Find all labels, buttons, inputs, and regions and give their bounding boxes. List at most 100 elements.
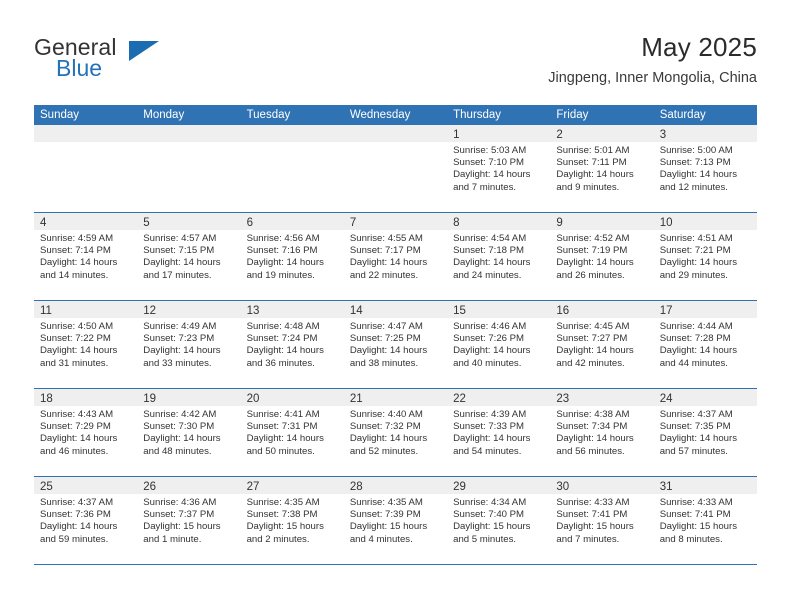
calendar-day-cell[interactable]: 2 Sunrise: 5:01 AM Sunset: 7:11 PM Daylight… <box>550 125 654 212</box>
calendar-day-cell[interactable]: 27 Sunrise: 4:35 AM Sunset: 7:38 PM Dayligh… <box>240 477 344 564</box>
calendar-day-cell[interactable]: 17 Sunrise: 4:44 AM Sunset: 7:28 PM Dayligh… <box>653 301 757 388</box>
calendar-day-cell[interactable]: 3 Sunrise: 5:00 AM Sunset: 7:13 PM Daylight… <box>653 125 757 212</box>
page-subtitle: Jingpeng, Inner Mongolia, China <box>548 70 757 86</box>
calendar-day-cell[interactable]: 12 Sunrise: 4:49 AM Sunset: 7:23 PM Dayligh… <box>137 301 241 388</box>
calendar-day-cell[interactable]: 24 Sunrise: 4:37 AM Sunset: 7:35 PM Dayligh… <box>653 389 757 476</box>
calendar-day-cell[interactable]: 10 Sunrise: 4:51 AM Sunset: 7:21 PM Dayligh… <box>653 213 757 300</box>
day-number: 11 <box>40 305 52 317</box>
calendar-weeks: 1 Sunrise: 5:03 AM Sunset: 7:10 PM Daylight… <box>34 125 757 565</box>
sunset-line: Sunset: 7:15 PM <box>143 245 215 257</box>
calendar-day-cell[interactable]: 25 Sunrise: 4:37 AM Sunset: 7:36 PM Dayligh… <box>34 477 138 564</box>
daylight-line-1: Daylight: 14 hours <box>556 169 634 181</box>
daylight-line-1: Daylight: 15 hours <box>453 521 531 533</box>
day-detail-text: Sunrise: 4:33 AM Sunset: 7:41 PM Daylight:… <box>550 494 653 546</box>
daylight-line-1: Daylight: 14 hours <box>453 433 531 445</box>
sunset-line: Sunset: 7:24 PM <box>246 333 318 345</box>
sunset-line: Sunset: 7:38 PM <box>246 509 318 521</box>
daylight-line-1: Daylight: 14 hours <box>659 433 738 445</box>
daylight-line-2: and 14 minutes. <box>40 269 109 281</box>
calendar-day-cell[interactable]: 4 Sunrise: 4:59 AM Sunset: 7:14 PM Daylight… <box>34 213 138 300</box>
daylight-line-1: Daylight: 14 hours <box>143 433 221 445</box>
calendar-day-cell[interactable]: 18 Sunrise: 4:43 AM Sunset: 7:29 PM Dayligh… <box>34 389 138 476</box>
sunrise-line: Sunrise: 4:43 AM <box>40 409 114 420</box>
calendar-day-cell[interactable]: 16 Sunrise: 4:45 AM Sunset: 7:27 PM Dayligh… <box>550 301 654 388</box>
calendar-day-cell[interactable]: 28 Sunrise: 4:35 AM Sunset: 7:39 PM Dayligh… <box>343 477 448 564</box>
sunset-line: Sunset: 7:32 PM <box>349 421 421 433</box>
day-number-band: 14 <box>343 301 448 318</box>
calendar-day-cell[interactable]: 9 Sunrise: 4:52 AM Sunset: 7:19 PM Daylight… <box>550 213 654 300</box>
day-detail-text: Sunrise: 5:00 AM Sunset: 7:13 PM Daylight:… <box>654 142 757 194</box>
calendar-day-cell[interactable]: 15 Sunrise: 4:46 AM Sunset: 7:26 PM Dayligh… <box>447 301 551 388</box>
day-number-band: 12 <box>137 301 241 318</box>
sunrise-line: Sunrise: 4:47 AM <box>349 321 423 332</box>
daylight-line-2: and 44 minutes. <box>659 357 728 369</box>
calendar-day-cell[interactable]: 5 Sunrise: 4:57 AM Sunset: 7:15 PM Daylight… <box>137 213 241 300</box>
day-number-band: 26 <box>137 477 241 494</box>
calendar-day-cell[interactable]: 20 Sunrise: 4:41 AM Sunset: 7:31 PM Dayligh… <box>240 389 344 476</box>
calendar-day-cell[interactable]: 26 Sunrise: 4:36 AM Sunset: 7:37 PM Dayligh… <box>137 477 241 564</box>
calendar-day-cell[interactable]: 1 Sunrise: 5:03 AM Sunset: 7:10 PM Daylight… <box>447 125 551 212</box>
daylight-line-2: and 17 minutes. <box>143 269 212 281</box>
calendar-day-cell[interactable]: 29 Sunrise: 4:34 AM Sunset: 7:40 PM Dayligh… <box>447 477 551 564</box>
day-number-band: 24 <box>653 389 757 406</box>
daylight-line-1: Daylight: 14 hours <box>453 169 531 181</box>
sunrise-line: Sunrise: 4:38 AM <box>556 409 630 420</box>
brand-logo[interactable]: General Blue <box>34 34 284 94</box>
day-number: 15 <box>453 305 466 317</box>
day-detail-text: Sunrise: 4:40 AM Sunset: 7:32 PM Daylight:… <box>344 406 447 458</box>
sunset-line: Sunset: 7:35 PM <box>659 421 731 433</box>
day-detail-text: Sunrise: 4:39 AM Sunset: 7:33 PM Daylight:… <box>447 406 550 458</box>
calendar-day-cell-empty <box>240 125 344 212</box>
sunset-line: Sunset: 7:10 PM <box>453 157 525 169</box>
sunrise-line: Sunrise: 4:48 AM <box>246 321 320 332</box>
daylight-line-2: and 7 minutes. <box>556 533 620 545</box>
calendar-day-cell[interactable]: 14 Sunrise: 4:47 AM Sunset: 7:25 PM Dayligh… <box>343 301 448 388</box>
daylight-line-1: Daylight: 14 hours <box>349 433 428 445</box>
sunset-line: Sunset: 7:28 PM <box>659 333 731 345</box>
sunset-line: Sunset: 7:36 PM <box>40 509 111 521</box>
calendar-day-cell[interactable]: 11 Sunrise: 4:50 AM Sunset: 7:22 PM Dayligh… <box>34 301 138 388</box>
sunrise-line: Sunrise: 4:50 AM <box>40 321 114 332</box>
sunrise-line: Sunrise: 4:34 AM <box>453 497 527 508</box>
day-number-band: 16 <box>550 301 654 318</box>
day-detail-text <box>344 142 447 145</box>
daylight-line-2: and 24 minutes. <box>453 269 522 281</box>
day-number: 9 <box>556 217 563 229</box>
sunrise-line: Sunrise: 4:37 AM <box>659 409 733 420</box>
calendar-day-cell[interactable]: 8 Sunrise: 4:54 AM Sunset: 7:18 PM Daylight… <box>447 213 551 300</box>
daylight-line-1: Daylight: 14 hours <box>556 433 634 445</box>
calendar-day-cell[interactable]: 21 Sunrise: 4:40 AM Sunset: 7:32 PM Dayligh… <box>343 389 448 476</box>
calendar-day-cell[interactable]: 31 Sunrise: 4:33 AM Sunset: 7:41 PM Dayligh… <box>653 477 757 564</box>
daylight-line-1: Daylight: 14 hours <box>40 257 118 269</box>
day-number-band: 30 <box>550 477 654 494</box>
day-number-band: 20 <box>240 389 344 406</box>
day-detail-text: Sunrise: 5:01 AM Sunset: 7:11 PM Daylight:… <box>550 142 653 194</box>
calendar-week-row: 11 Sunrise: 4:50 AM Sunset: 7:22 PM Dayligh… <box>34 301 757 389</box>
day-number: 2 <box>556 129 563 141</box>
daylight-line-2: and 38 minutes. <box>349 357 419 369</box>
day-number: 7 <box>349 217 357 229</box>
day-detail-text: Sunrise: 4:41 AM Sunset: 7:31 PM Daylight:… <box>241 406 344 458</box>
daylight-line-2: and 52 minutes. <box>349 445 419 457</box>
calendar-day-cell[interactable]: 23 Sunrise: 4:38 AM Sunset: 7:34 PM Dayligh… <box>550 389 654 476</box>
calendar-day-cell[interactable]: 30 Sunrise: 4:33 AM Sunset: 7:41 PM Dayligh… <box>550 477 654 564</box>
sunset-line: Sunset: 7:23 PM <box>143 333 215 345</box>
calendar-day-cell[interactable]: 6 Sunrise: 4:56 AM Sunset: 7:16 PM Daylight… <box>240 213 344 300</box>
daylight-line-1: Daylight: 15 hours <box>143 521 221 533</box>
day-number: 13 <box>246 305 260 317</box>
sunrise-line: Sunrise: 4:36 AM <box>143 497 217 508</box>
daylight-line-2: and 5 minutes. <box>453 533 517 545</box>
daylight-line-1: Daylight: 14 hours <box>453 345 531 357</box>
sunset-line: Sunset: 7:30 PM <box>143 421 215 433</box>
daylight-line-2: and 33 minutes. <box>143 357 212 369</box>
day-number-band: 25 <box>34 477 138 494</box>
day-detail-text: Sunrise: 4:55 AM Sunset: 7:17 PM Daylight:… <box>344 230 447 282</box>
sunrise-line: Sunrise: 4:40 AM <box>349 409 423 420</box>
calendar-day-cell[interactable]: 22 Sunrise: 4:39 AM Sunset: 7:33 PM Dayligh… <box>447 389 551 476</box>
daylight-line-1: Daylight: 14 hours <box>143 257 221 269</box>
calendar-day-cell[interactable]: 7 Sunrise: 4:55 AM Sunset: 7:17 PM Daylight… <box>343 213 448 300</box>
sunset-line: Sunset: 7:29 PM <box>40 421 111 433</box>
calendar-day-cell[interactable]: 13 Sunrise: 4:48 AM Sunset: 7:24 PM Dayligh… <box>240 301 344 388</box>
sunset-line: Sunset: 7:31 PM <box>246 421 318 433</box>
calendar-day-cell[interactable]: 19 Sunrise: 4:42 AM Sunset: 7:30 PM Dayligh… <box>137 389 241 476</box>
